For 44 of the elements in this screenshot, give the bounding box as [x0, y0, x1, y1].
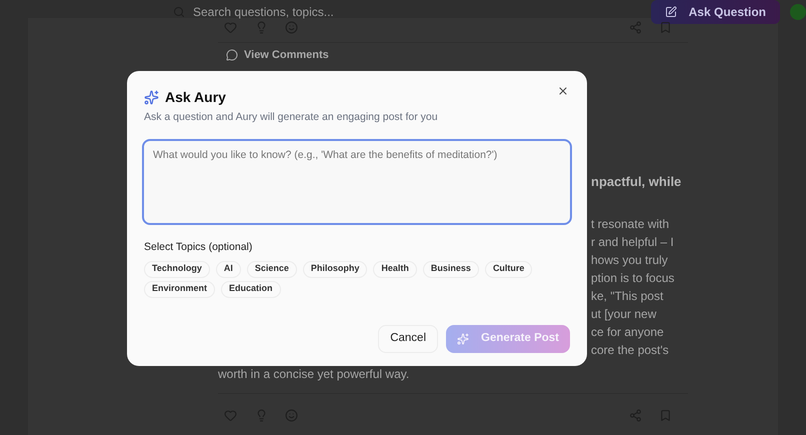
topic-chip[interactable]: Technology [144, 260, 210, 278]
pencil-icon [664, 6, 677, 18]
bookmark-icon[interactable] [659, 20, 672, 34]
sparkles-icon [144, 90, 159, 105]
topic-chip[interactable]: Culture [484, 260, 532, 278]
post-text-line: ce for anyone [591, 324, 665, 341]
avatar[interactable] [790, 4, 806, 20]
dialog-title: Ask Aury [165, 88, 226, 107]
post-text-line: worth in a concise yet powerful way. [218, 366, 410, 383]
share-icon[interactable] [629, 20, 642, 34]
topics-label: Select Topics (optional) [143, 240, 254, 255]
sparkles-icon [457, 332, 470, 344]
post-text-line: ke, "This post [591, 288, 664, 305]
bookmark-icon[interactable] [659, 408, 672, 422]
heart-icon[interactable] [224, 408, 237, 422]
view-comments-link[interactable]: View Comments [226, 47, 329, 64]
smile-icon[interactable] [285, 408, 298, 422]
comment-icon [226, 49, 238, 62]
post-text-line: ption is to focus [591, 270, 676, 287]
lightbulb-icon[interactable] [255, 20, 268, 34]
topic-chip[interactable]: Philosophy [302, 260, 368, 278]
post-text-line: r and helpful – I [591, 234, 675, 251]
question-field[interactable]: What would you like to know? (e.g., 'What are the benefits of meditation?') [142, 138, 572, 225]
topic-chip[interactable]: Health [373, 260, 417, 278]
ask-question-button[interactable]: Ask Question [650, 0, 780, 24]
smile-icon[interactable] [285, 20, 298, 34]
close-icon[interactable] [557, 84, 569, 96]
post-heading: npactful, while [591, 172, 682, 191]
dialog-subtitle: Ask a question and Aury will generate an engaging post for you [143, 110, 439, 125]
post-text-line: t resonate with [591, 216, 670, 233]
topic-chip[interactable]: Environment [144, 280, 216, 298]
heart-icon[interactable] [224, 20, 237, 34]
search-icon [173, 6, 185, 18]
search-field[interactable]: Search questions, topics... [165, 0, 605, 24]
lightbulb-icon[interactable] [255, 408, 268, 422]
topic-chip[interactable]: Science [246, 260, 297, 278]
topic-chip[interactable]: AI [216, 260, 241, 278]
share-icon[interactable] [629, 408, 642, 422]
topic-chip[interactable]: Education [221, 280, 281, 298]
cancel-button[interactable]: Cancel [378, 324, 438, 352]
post-text-line: hows you truly [591, 252, 669, 269]
topic-chip[interactable]: Business [422, 260, 479, 278]
post-text-line: ut [your new [591, 306, 658, 323]
post-text-line: core the post's [591, 342, 670, 359]
